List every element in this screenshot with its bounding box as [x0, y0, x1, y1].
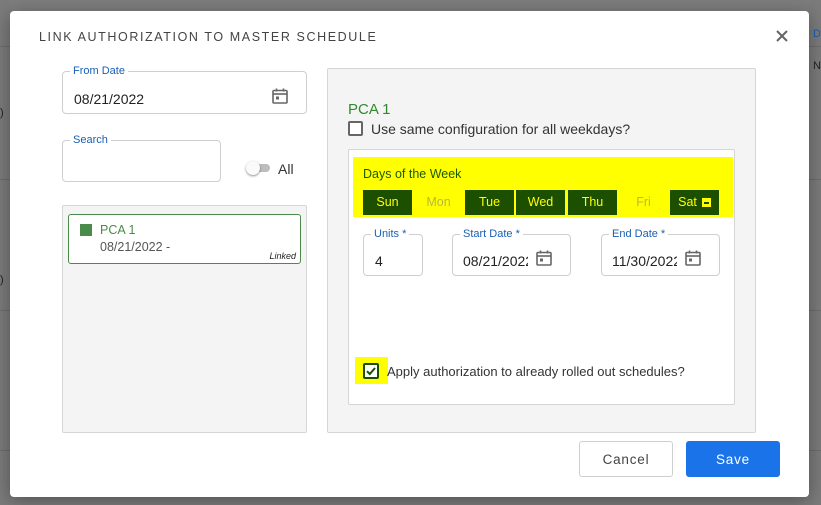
- apply-highlight: [355, 357, 388, 384]
- apply-rolled-out-checkbox[interactable]: [363, 363, 379, 379]
- units-label: Units *: [371, 228, 410, 241]
- day-config-box: Days of the Week Sun Mon Tue Wed Thu Fri…: [348, 149, 735, 405]
- schedule-name: PCA 1: [100, 223, 136, 237]
- end-date-label: End Date *: [609, 228, 669, 241]
- units-field[interactable]: Units * 4: [363, 228, 423, 276]
- day-mon[interactable]: Mon: [414, 190, 463, 215]
- dialog-title: LINK AUTHORIZATION TO MASTER SCHEDULE: [39, 30, 378, 44]
- day-fri[interactable]: Fri: [619, 190, 668, 215]
- calendar-icon[interactable]: [271, 87, 289, 105]
- background-page-left: ) ): [0, 0, 10, 505]
- apply-rolled-out-label: Apply authorization to already rolled ou…: [387, 364, 685, 379]
- day-thu[interactable]: Thu: [568, 190, 617, 215]
- end-date-value: 11/30/2022: [612, 253, 677, 269]
- schedule-date: 08/21/2022 -: [100, 240, 171, 254]
- schedule-color-swatch: [80, 224, 92, 236]
- calendar-icon[interactable]: [684, 249, 702, 267]
- all-toggle[interactable]: [246, 160, 272, 176]
- close-button[interactable]: [772, 26, 792, 46]
- schedule-list: PCA 1 08/21/2022 - Linked: [62, 205, 307, 433]
- background-fragment: D: [813, 28, 821, 40]
- schedule-detail-panel: PCA 1 Use same configuration for all wee…: [327, 68, 756, 433]
- background-fragment: ): [0, 274, 4, 286]
- day-wed[interactable]: Wed: [516, 190, 565, 215]
- search-field[interactable]: Search: [62, 134, 221, 182]
- background-fragment: N: [813, 60, 821, 72]
- calendar-icon[interactable]: [535, 249, 553, 267]
- link-authorization-dialog: LINK AUTHORIZATION TO MASTER SCHEDULE Fr…: [10, 11, 809, 497]
- from-date-field[interactable]: From Date 08/21/2022: [62, 65, 307, 114]
- day-sat[interactable]: Sat: [670, 190, 719, 215]
- schedule-card[interactable]: PCA 1 08/21/2022 - Linked: [68, 214, 301, 264]
- close-icon: [776, 30, 788, 42]
- start-date-field[interactable]: Start Date * 08/21/2022: [452, 228, 571, 276]
- start-date-label: Start Date *: [460, 228, 523, 241]
- background-fragment: ): [0, 107, 4, 119]
- same-config-checkbox[interactable]: [348, 121, 363, 136]
- start-date-value: 08/21/2022: [463, 253, 528, 269]
- units-value: 4: [375, 253, 383, 269]
- cancel-button[interactable]: Cancel: [579, 441, 673, 477]
- minus-icon: [701, 198, 711, 208]
- search-label: Search: [70, 134, 111, 147]
- from-date-label: From Date: [70, 65, 128, 78]
- days-of-week-label: Days of the Week: [363, 167, 462, 181]
- all-toggle-label: All: [278, 161, 294, 177]
- day-sun[interactable]: Sun: [363, 190, 412, 215]
- save-button[interactable]: Save: [686, 441, 780, 477]
- background-page-right: D N: [809, 0, 821, 505]
- from-date-value: 08/21/2022: [74, 91, 145, 107]
- linked-status: Linked: [269, 251, 296, 261]
- day-tue[interactable]: Tue: [465, 190, 514, 215]
- check-icon: [366, 367, 376, 376]
- end-date-field[interactable]: End Date * 11/30/2022: [601, 228, 720, 276]
- days-of-week-section: Days of the Week Sun Mon Tue Wed Thu Fri…: [353, 157, 733, 217]
- detail-title: PCA 1: [348, 101, 391, 118]
- same-config-label: Use same configuration for all weekdays?: [371, 121, 631, 137]
